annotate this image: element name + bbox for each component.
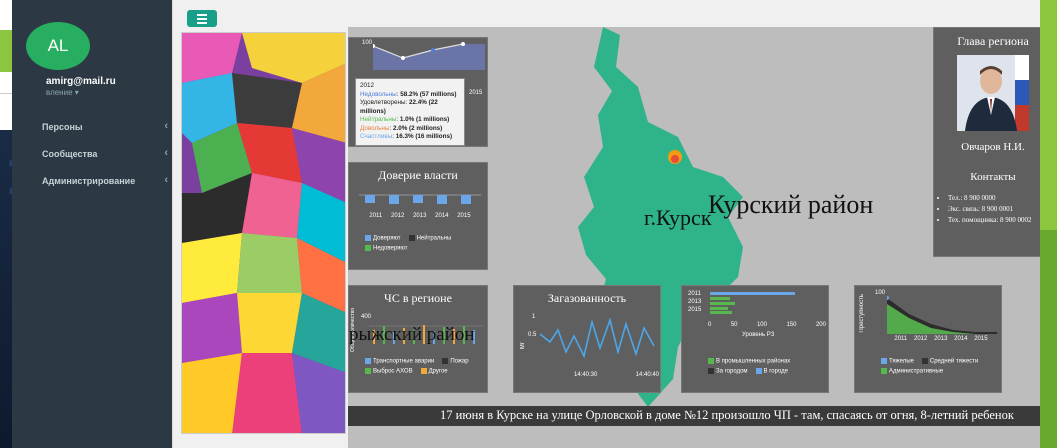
sidebar-item-admin[interactable]: Администрирование ‹: [42, 174, 168, 203]
background-right-bar: [1040, 0, 1057, 448]
app-root: 10 AL amirg@mail.ru вление ▾ Персоны ‹ С…: [0, 0, 1057, 448]
legend-item[interactable]: Доверяют: [365, 235, 401, 242]
emergency-legend: Транспортные аварии Пожар Выброс АХОВ Др…: [359, 358, 487, 374]
district-label: Курский район: [708, 190, 874, 219]
legend-item[interactable]: Недоверяют: [365, 244, 407, 251]
axis-tick: 0.5: [528, 332, 537, 338]
industry-bars: [710, 292, 795, 314]
governor-portrait[interactable]: [957, 55, 1029, 131]
avatar-initials: AL: [47, 36, 69, 55]
ticker-text: 17 июня в Курске на улице Орловской в до…: [440, 408, 1014, 422]
legend-item[interactable]: Другое: [420, 367, 448, 374]
pollution-chart[interactable]: Загазованность Мг 1 0.5 14:40:30 14:40:40: [513, 285, 661, 393]
legend-item[interactable]: Выброс АХОВ: [365, 367, 413, 374]
trust-chart[interactable]: Доверие власти 2011 2012 2013 2014 2015 Дове…: [348, 162, 488, 270]
axis-tick: 1: [532, 314, 536, 320]
hamburger-icon: [197, 13, 207, 16]
user-email[interactable]: amirg@mail.ru: [46, 76, 116, 87]
crime-years: 2011 2012 2013 2014 2015: [894, 336, 988, 342]
contact-phone[interactable]: Тел.: 8 900 0000: [948, 193, 1048, 204]
hamburger-icon: [197, 21, 207, 24]
sidebar: AL amirg@mail.ru вление ▾ Персоны ‹ Сооб…: [12, 0, 172, 448]
trust-bars: [359, 194, 481, 204]
legend-item[interactable]: В промышленных районах: [708, 358, 790, 365]
legend-item[interactable]: Административные: [881, 367, 943, 374]
chevron-left-icon: ‹: [164, 120, 168, 132]
city-label: г.Курск: [644, 205, 712, 230]
industry-legend: В промышленных районах За городом В горо…: [702, 358, 828, 374]
hamburger-icon: [197, 17, 207, 20]
pollution-line: [540, 317, 655, 359]
overlay-label: рыжский район: [349, 324, 475, 345]
legend-item[interactable]: Пожар: [442, 358, 469, 365]
chevron-left-icon: ‹: [164, 174, 168, 186]
satisfaction-chart[interactable]: 100 2015 2012 Недовольны: 58.2% (57 mill…: [348, 37, 488, 147]
panel-title: Доверие власти: [378, 168, 458, 182]
news-ticker[interactable]: 17 июня в Курске на улице Орловской в до…: [348, 406, 1057, 426]
panel-title: Загазованность: [547, 291, 627, 305]
legend-item[interactable]: Транспортные аварии: [365, 358, 434, 365]
legend-item[interactable]: Нейтральны: [408, 235, 451, 242]
world-map-image[interactable]: [181, 32, 346, 434]
tooltip-line: Счастливы: 16.3% (16 millions): [360, 133, 453, 140]
panel-title: ЧС в регионе: [384, 291, 452, 305]
panel-title: Глава региона: [957, 34, 1029, 48]
axis-label: Уровень PЗ: [742, 332, 775, 338]
sidebar-item-persons[interactable]: Персоны ‹: [42, 120, 168, 149]
axis-label: Мг: [520, 342, 526, 350]
contact-emergency[interactable]: Экс. связь: 8 900 0001: [948, 204, 1048, 215]
chart-axis-tick: 100: [362, 40, 373, 46]
tooltip-line: Довольны: 2.0% (2 millions): [360, 124, 443, 132]
axis-tick: 100: [875, 290, 886, 296]
pollution-xticks: 14:40:30 14:40:40: [574, 372, 659, 378]
background-right-bar-lower: [1040, 230, 1057, 448]
user-role-dropdown[interactable]: вление ▾: [46, 88, 79, 97]
satisfaction-lines: [373, 42, 485, 70]
governor-name: Овчаров Н.И.: [961, 141, 1025, 153]
chevron-left-icon: ‹: [164, 147, 168, 159]
contacts-title: Контакты: [970, 171, 1016, 183]
crime-chart[interactable]: Преступность 100 2011 2012 2013 2014 2015 Тя…: [854, 285, 1002, 393]
sidebar-toggle-button[interactable]: [187, 10, 217, 27]
tooltip-line: Удовлетворены: 22.4% (22 millions): [360, 99, 438, 115]
portrait-image: [957, 55, 1029, 131]
governor-panel: Глава региона Овчаров Н.И. Контакты • Те…: [933, 27, 1053, 257]
sidebar-item-label: Персоны: [42, 122, 83, 132]
axis-label: Преступность: [859, 294, 865, 333]
trust-years: 2011 2012 2013 2014 2015: [369, 213, 471, 219]
sidebar-menu: Персоны ‹ Сообщества ‹ Администрирование…: [42, 120, 168, 203]
tooltip-line: Нейтральны: 1.0% (1 millions): [360, 116, 450, 123]
crime-area: [887, 296, 997, 334]
fire-icon-core: [671, 155, 679, 163]
legend-item[interactable]: Средней тяжести: [921, 358, 978, 365]
industry-chart[interactable]: 2011 2013 2015 0 50 100 150 200 Уровень PЗ В п…: [681, 285, 829, 393]
emergency-chart[interactable]: ЧС в регионе Общее количество 400 рыжски…: [348, 285, 488, 393]
world-map-graphic: [182, 33, 345, 433]
legend-item[interactable]: Тяжелые: [881, 358, 914, 365]
industry-xticks: 0 50 100 150 200: [708, 322, 826, 328]
contact-list: Тел.: 8 900 0000 Экс. связь: 8 900 0001 …: [948, 193, 1048, 226]
dashboard: г.Курск Курский район 100 2015 2012 Недо…: [348, 27, 1057, 448]
sidebar-item-label: Сообщества: [42, 149, 98, 159]
legend-item[interactable]: За городом: [708, 367, 748, 374]
legend-item[interactable]: В городе: [755, 367, 788, 374]
chart-tooltip: 2012 Недовольны: 58.2% (57 millions) Удо…: [355, 78, 465, 146]
tooltip-year: 2012: [360, 82, 375, 89]
main-content: г.Курск Курский район 100 2015 2012 Недо…: [172, 0, 1057, 448]
chart-axis-tick: 2015: [469, 90, 483, 96]
avatar[interactable]: AL: [26, 22, 90, 70]
trust-legend: Доверяют Нейтральны Недоверяют: [359, 235, 484, 251]
tooltip-line: Недовольны: 58.2% (57 millions): [360, 90, 457, 98]
crime-legend: Тяжелые Средней тяжести Административные: [875, 358, 1001, 374]
sidebar-item-label: Администрирование: [42, 176, 136, 186]
contact-assistant[interactable]: Тех. помощника: 8 900 0002: [948, 215, 1048, 226]
industry-years: 2011 2013 2015: [688, 291, 702, 313]
sidebar-item-communities[interactable]: Сообщества ‹: [42, 147, 168, 176]
